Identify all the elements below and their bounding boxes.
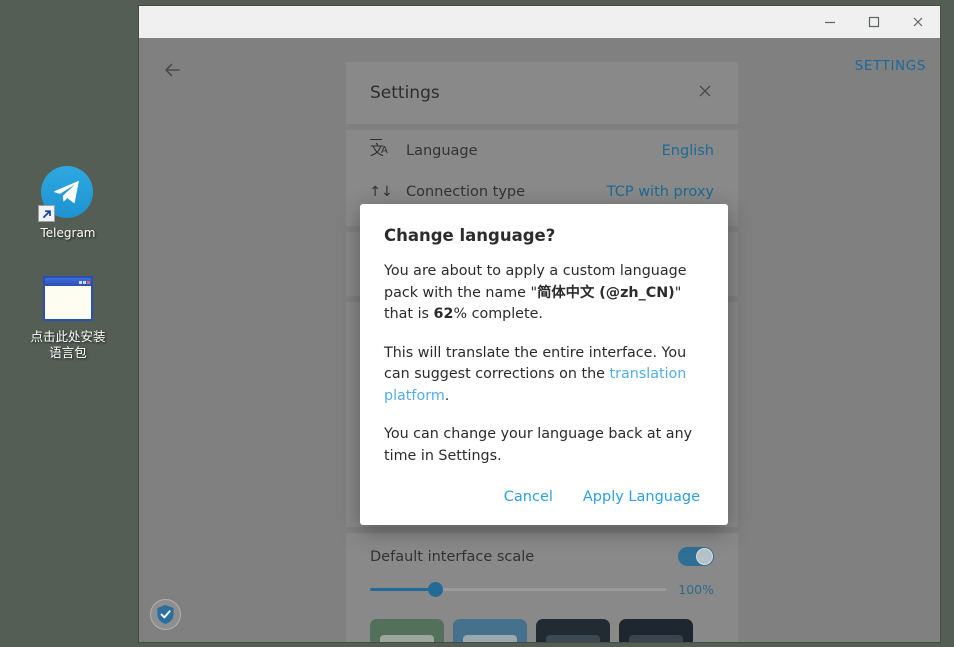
settings-row-label: Language [406,143,648,159]
toggle-knob [696,548,713,565]
paper-plane-icon [51,176,83,208]
settings-row-language[interactable]: 文 A Language English [346,130,738,171]
settings-card-header: Settings [346,62,738,124]
settings-title: Settings [370,83,440,103]
interface-scale-value: 100% [678,582,714,597]
theme-swatch-green[interactable] [370,619,444,642]
dialog-p2-post: . [445,388,450,404]
translate-icon: 文 A [370,142,392,160]
window-document-icon [43,276,93,321]
change-language-dialog: Change language? You are about to apply … [360,204,728,525]
dialog-title: Change language? [384,226,704,245]
settings-scale-block: Default interface scale 100% [346,533,738,642]
settings-row-value: TCP with proxy [607,184,714,200]
telegram-icon [41,166,95,220]
maximize-button[interactable] [852,6,896,38]
shortcut-arrow-icon [41,208,53,220]
slider-handle[interactable] [428,582,443,597]
desktop-icon-telegram[interactable]: Telegram [8,166,128,241]
minimize-button[interactable] [808,6,852,38]
close-icon [910,14,926,30]
settings-row-value: English [662,143,714,159]
theme-swatch-dark[interactable] [536,619,610,642]
back-button[interactable] [159,56,187,84]
window-content: SETTINGS Settings 文 A [139,38,940,642]
dialog-paragraph-3: You can change your language back at any… [384,424,704,467]
close-button[interactable] [896,6,940,38]
close-icon [696,82,714,100]
dialog-paragraph-2: This will translate the entire interface… [384,343,704,408]
shortcut-overlay-icon [38,205,55,222]
window-title-bar [139,6,940,38]
dialog-p1-post: % complete. [453,306,542,322]
arrows-up-down-icon: ↑↓ [370,184,392,200]
slider-fill [370,588,435,591]
minimize-icon [822,14,838,30]
theme-swatch-night[interactable] [619,619,693,642]
settings-section-caption: SETTINGS [855,58,926,74]
settings-header-block: Settings [346,62,738,124]
maximize-icon [866,14,882,30]
dialog-paragraph-1: You are about to apply a custom language… [384,261,704,326]
desktop-icon-label: Telegram [8,226,128,241]
dialog-pack-name: 简体中文 (@zh_CN) [537,285,675,301]
theme-swatch-blue[interactable] [453,619,527,642]
interface-scale-slider[interactable] [370,588,666,591]
dialog-percent: 62 [434,306,454,322]
settings-close-button[interactable] [696,82,714,104]
telegram-window: SETTINGS Settings 文 A [139,6,940,642]
interface-scale-toggle[interactable] [678,547,714,566]
theme-swatch-list [346,607,738,642]
apply-language-button[interactable]: Apply Language [583,489,700,505]
security-shield-badge[interactable] [150,599,181,630]
desktop-icon-language-pack[interactable]: 点击此处安装语言包 [8,272,128,361]
cancel-button[interactable]: Cancel [504,489,553,505]
desktop-icon-label-cjk: 点击此处安装语言包 [8,329,128,361]
interface-scale-label: Default interface scale [370,549,534,565]
dialog-actions: Cancel Apply Language [384,489,704,509]
arrow-left-icon [159,56,187,84]
settings-row-label: Connection type [406,184,593,200]
shield-check-icon [156,604,175,625]
